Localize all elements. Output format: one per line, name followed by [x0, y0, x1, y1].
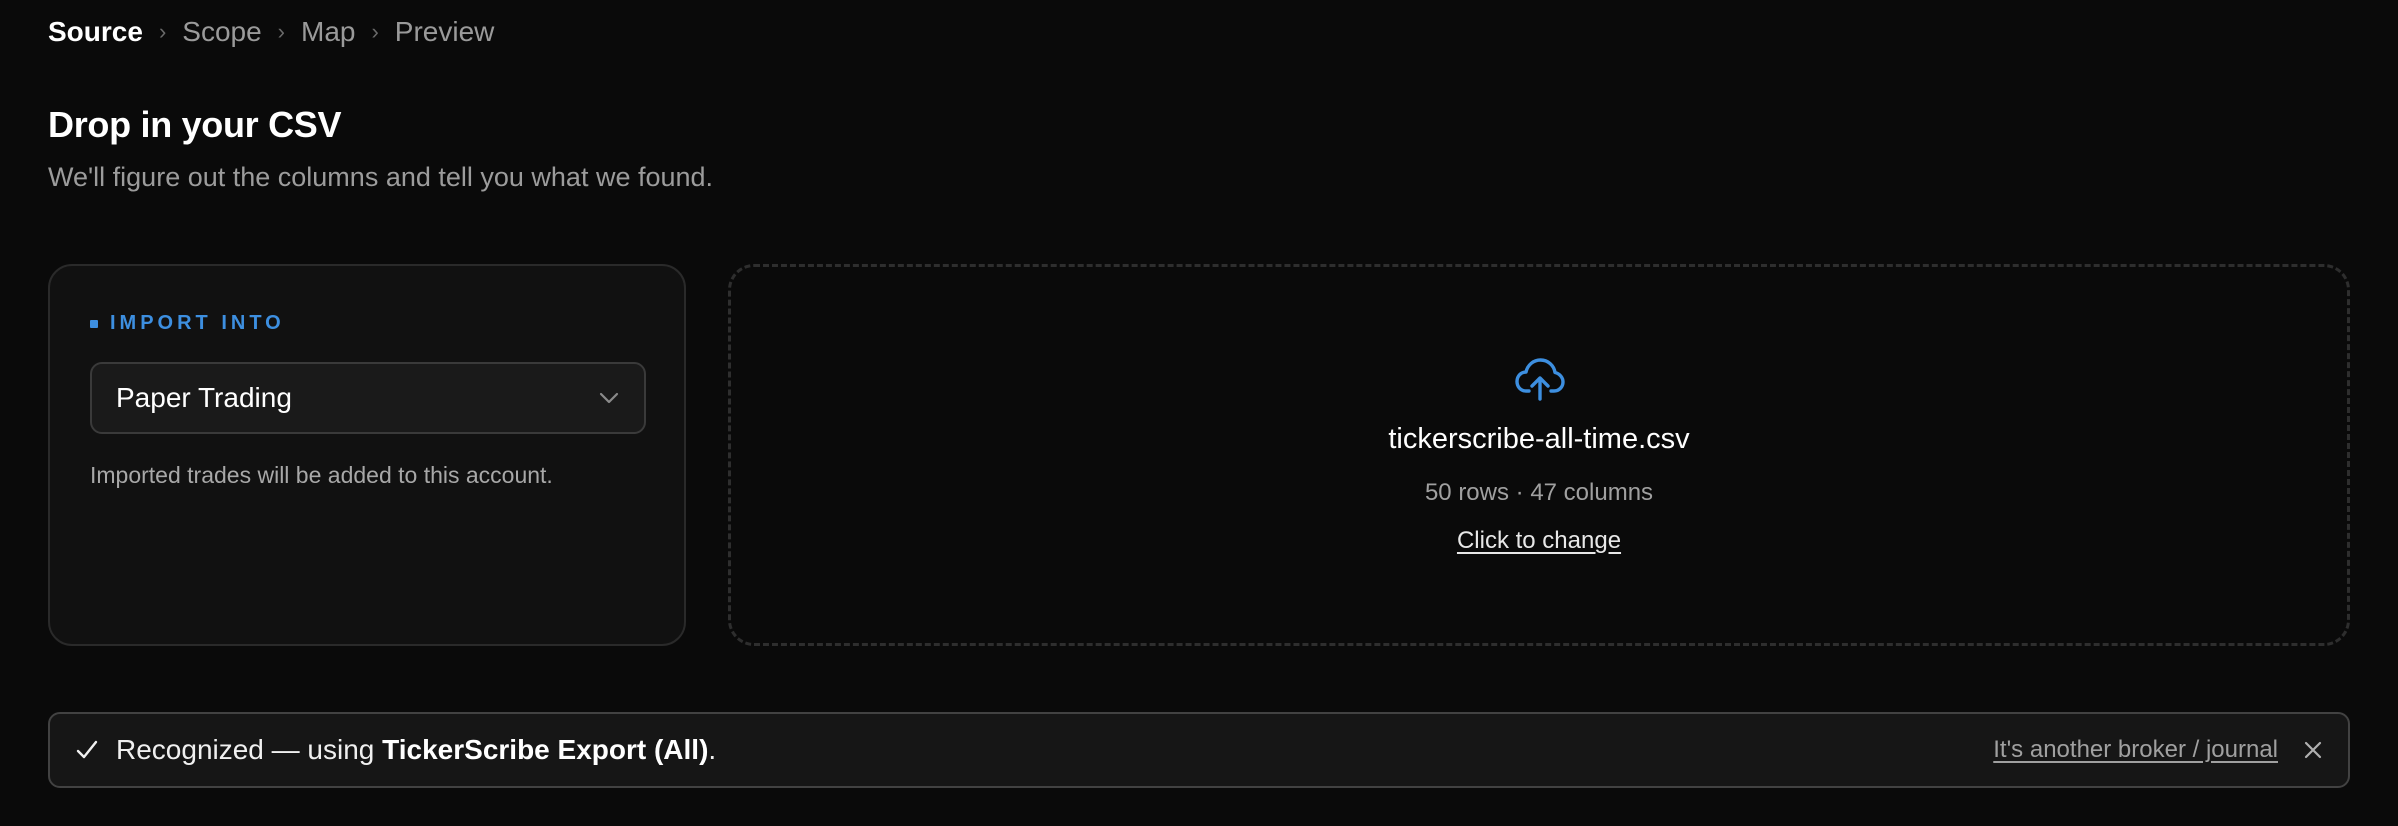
recognition-suffix: . — [708, 734, 717, 765]
file-meta: 50 rows · 47 columns — [1424, 479, 1654, 506]
dismiss-button[interactable] — [2302, 739, 2324, 761]
chevron-down-icon — [599, 392, 619, 404]
recognition-banner: Recognized — using TickerScribe Export (… — [48, 712, 2350, 788]
checkmark-icon — [76, 740, 98, 759]
breadcrumb-separator: › — [158, 19, 167, 44]
account-select[interactable]: Paper Trading — [90, 362, 646, 434]
cloud-upload-icon — [1515, 358, 1565, 401]
breadcrumb-step-map[interactable]: Map — [301, 16, 355, 48]
import-into-label: IMPORT INTO — [90, 312, 285, 335]
other-broker-link[interactable]: It's another broker / journal — [1993, 736, 2278, 764]
label-dot-icon — [90, 319, 98, 328]
breadcrumb-step-source[interactable]: Source — [48, 16, 143, 48]
recognition-prefix: Recognized — using — [116, 734, 383, 765]
breadcrumb-step-scope[interactable]: Scope — [182, 16, 261, 48]
breadcrumb-step-preview[interactable]: Preview — [395, 16, 495, 48]
breadcrumb: Source › Scope › Map › Preview — [48, 14, 494, 50]
account-select-value: Paper Trading — [116, 382, 292, 413]
import-help-text: Imported trades will be added to this ac… — [90, 462, 553, 488]
page-subtitle: We'll figure out the columns and tell yo… — [48, 162, 714, 192]
close-icon — [2304, 741, 2322, 759]
breadcrumb-separator: › — [371, 19, 379, 44]
breadcrumb-separator: › — [277, 19, 285, 44]
import-into-label-text: IMPORT INTO — [110, 312, 285, 334]
recognition-message: Recognized — using TickerScribe Export (… — [116, 734, 1993, 766]
page-title: Drop in your CSV — [48, 104, 342, 145]
change-file-link[interactable]: Click to change — [1457, 527, 1621, 554]
change-file-link-wrap: Click to change — [731, 527, 2347, 555]
recognized-format-name: TickerScribe Export (All) — [382, 734, 709, 765]
csv-dropzone[interactable]: tickerscribe-all-time.csv 50 rows · 47 c… — [728, 264, 2350, 646]
import-into-card: IMPORT INTO Paper Trading Imported trade… — [48, 264, 686, 646]
file-name: tickerscribe-all-time.csv — [1388, 423, 1690, 455]
